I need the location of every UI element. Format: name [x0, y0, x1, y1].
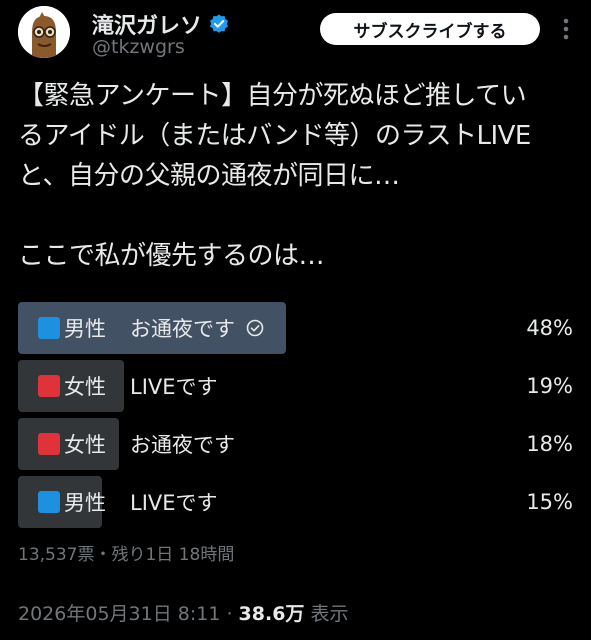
poll-option-choice: LIVEです [130, 491, 218, 515]
poll-option-label: 女性 お通夜です [18, 418, 235, 470]
tweet-line: 【緊急アンケート】自分が死ぬほど推してい [18, 81, 527, 111]
poll-option-percent: 19% [526, 374, 573, 398]
views-label: 表示 [304, 603, 349, 625]
poll-option-label: 男性 LIVEです [18, 476, 218, 528]
tweet-text: 【緊急アンケート】自分が死ぬほど推してい るアイドル（またはバンド等）のラストL… [18, 76, 578, 276]
paragraph-break [18, 196, 578, 236]
views-count: 38.6万 [238, 603, 305, 625]
poll-option-gender: 女性 [64, 375, 106, 399]
avatar[interactable] [18, 6, 70, 58]
poll-option-choice: LIVEです [130, 375, 218, 399]
red-square-icon [38, 375, 60, 397]
poll-option-label: 男性 お通夜です [18, 302, 265, 354]
more-icon[interactable] [555, 16, 577, 42]
tweet-line: るアイドル（またはバンド等）のラストLIVE [18, 121, 531, 151]
tweet-timestamp-row: 2026年05月31日 8:11 · 38.6万 表示 [18, 599, 348, 626]
tweet-line: ここで私が優先するのは… [18, 241, 325, 271]
blue-square-icon [38, 317, 60, 339]
red-square-icon [38, 433, 60, 455]
poll-meta: 13,537票・残り1日 18時間 [18, 545, 235, 565]
poll-option-label: 女性 LIVEです [18, 360, 218, 412]
author-handle[interactable]: @tkzwgrs [92, 36, 185, 58]
check-icon [245, 318, 265, 338]
blue-square-icon [38, 491, 60, 513]
poll-option-choice: お通夜です [130, 433, 235, 457]
poll-option[interactable]: 男性 お通夜です 48% [18, 302, 573, 354]
poll-option-percent: 15% [526, 490, 573, 514]
poll-option-gender: 女性 [64, 433, 106, 457]
tweet-timestamp[interactable]: 2026年05月31日 8:11 · [18, 603, 239, 625]
poll-option-percent: 48% [526, 316, 573, 340]
tweet-header: 滝沢ガレソ @tkzwgrs サブスクライブする [0, 0, 591, 70]
poll: 男性 お通夜です 48% 女性 LIVEです 19% 女性 お通夜です 18% [18, 302, 573, 534]
poll-option-choice: お通夜です [130, 317, 235, 341]
tweet-line: と、自分の父親の通夜が同日に… [18, 161, 400, 191]
subscribe-button[interactable]: サブスクライブする [320, 13, 540, 45]
poll-option[interactable]: 男性 LIVEです 15% [18, 476, 573, 528]
poll-option-gender: 男性 [64, 491, 106, 515]
poll-option-gender: 男性 [64, 317, 106, 341]
verified-badge-icon [208, 13, 230, 35]
poll-option[interactable]: 女性 お通夜です 18% [18, 418, 573, 470]
poll-option[interactable]: 女性 LIVEです 19% [18, 360, 573, 412]
poll-option-percent: 18% [526, 432, 573, 456]
